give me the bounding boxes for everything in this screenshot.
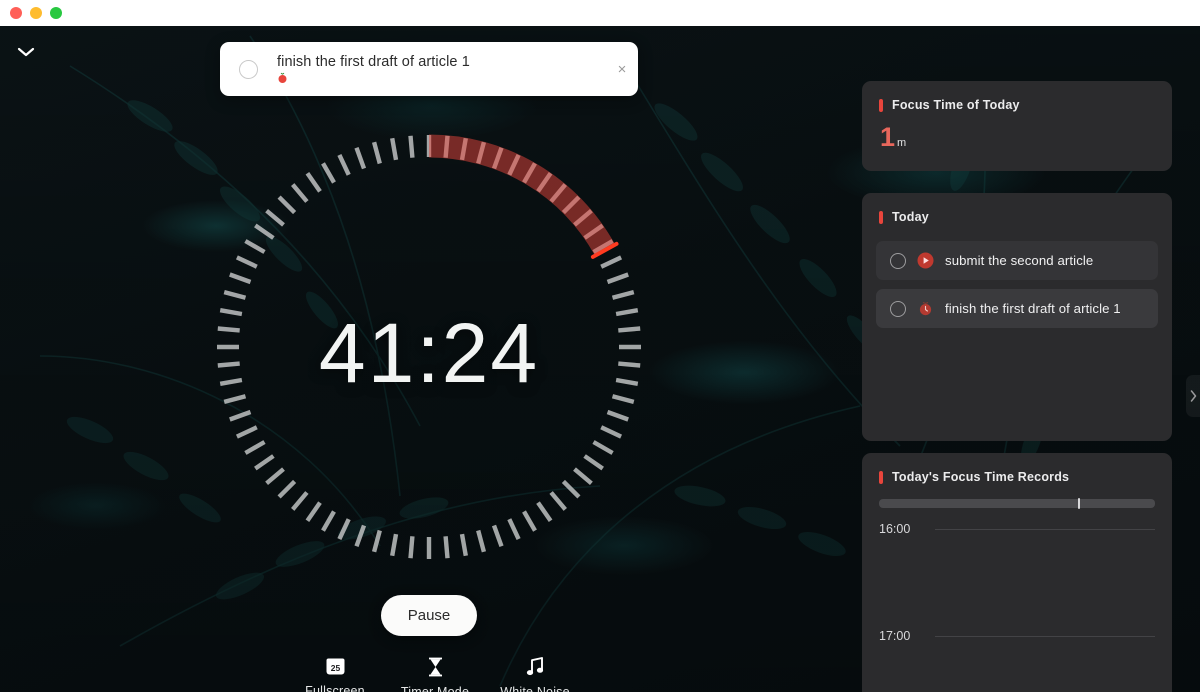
task-text: finish the first draft of article 1	[945, 301, 1121, 316]
collapse-panel-button[interactable]	[14, 40, 38, 64]
records-slider-handle[interactable]	[1077, 498, 1080, 509]
fullscreen-25-icon: 25	[326, 658, 344, 675]
focus-time-title: Focus Time of Today	[892, 98, 1020, 112]
today-task-list: submit the second article finish the fir…	[862, 224, 1172, 328]
white-noise-label: White Noise	[500, 685, 570, 692]
zoom-window-button[interactable]	[50, 7, 62, 19]
minimize-window-button[interactable]	[30, 7, 42, 19]
current-task-card[interactable]: finish the first draft of article 1 ×	[220, 42, 638, 96]
svg-text:25: 25	[330, 663, 340, 673]
tomato-timer-icon[interactable]	[917, 300, 934, 317]
expand-sidebar-handle[interactable]	[1186, 375, 1200, 417]
timeline-gridline	[935, 635, 1155, 637]
music-note-icon	[526, 657, 543, 676]
today-header: Today	[862, 193, 1172, 224]
focus-stage: finish the first draft of article 1 × 41…	[0, 26, 1200, 692]
focus-records-header: Today's Focus Time Records	[862, 453, 1172, 484]
white-noise-button[interactable]: White Noise	[490, 656, 580, 692]
close-window-button[interactable]	[10, 7, 22, 19]
title-bar	[0, 0, 1200, 26]
app-window: finish the first draft of article 1 × 41…	[0, 0, 1200, 692]
accent-bar-icon	[879, 98, 883, 112]
timeline-gridline	[935, 528, 1155, 530]
focus-time-unit: m	[897, 137, 907, 149]
timer-mode-button[interactable]: Timer Mode	[390, 656, 480, 692]
current-task-body: finish the first draft of article 1	[277, 54, 606, 84]
focus-time-value: 1	[880, 122, 896, 152]
list-item[interactable]: submit the second article	[876, 241, 1158, 280]
list-item[interactable]: finish the first draft of article 1	[876, 289, 1158, 328]
focus-time-value-group: 1 m	[862, 112, 1172, 151]
chevron-down-icon	[17, 47, 35, 57]
tomato-icon	[278, 72, 287, 83]
task-complete-checkbox[interactable]	[890, 252, 906, 269]
task-text: submit the second article	[945, 253, 1094, 268]
hourglass-icon	[428, 657, 442, 677]
task-complete-checkbox[interactable]	[890, 300, 906, 317]
timeline-label: 17:00	[879, 629, 911, 643]
close-task-icon[interactable]: ×	[606, 42, 638, 96]
fullscreen-label: Fullscreen	[305, 684, 365, 692]
pause-button[interactable]: Pause	[381, 595, 477, 636]
records-timeline: 16:00 17:00	[862, 522, 1172, 643]
bottom-toolbar: 25 Fullscreen Timer Mode White Noise	[290, 656, 580, 692]
chevron-right-icon	[1190, 390, 1196, 402]
timeline-label: 16:00	[879, 522, 911, 536]
focus-time-header: Focus Time of Today	[862, 81, 1172, 112]
today-panel: Today submit the second article finish t…	[862, 193, 1172, 441]
timer-mode-label: Timer Mode	[400, 685, 470, 692]
focus-time-panel: Focus Time of Today 1 m	[862, 81, 1172, 171]
timeline-row: 17:00	[862, 629, 1172, 643]
timer-display: 41:24	[318, 305, 540, 400]
task-complete-checkbox[interactable]	[239, 59, 258, 79]
current-task-title: finish the first draft of article 1	[277, 54, 470, 70]
today-title: Today	[892, 210, 929, 224]
fullscreen-button[interactable]: 25 Fullscreen	[290, 656, 380, 692]
accent-bar-icon	[879, 470, 883, 484]
focus-records-title: Today's Focus Time Records	[892, 470, 1070, 484]
focus-records-panel: Today's Focus Time Records 16:00 17:00	[862, 453, 1172, 692]
timeline-row: 16:00	[862, 522, 1172, 536]
play-circle-icon[interactable]	[917, 252, 934, 269]
records-scroll-slider[interactable]	[879, 498, 1155, 509]
accent-bar-icon	[879, 210, 883, 224]
